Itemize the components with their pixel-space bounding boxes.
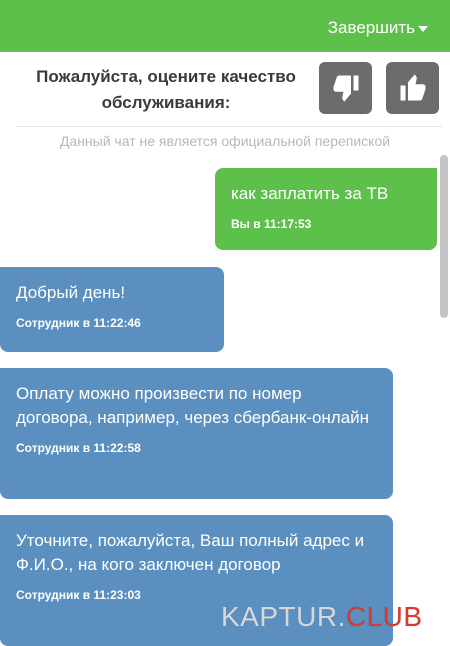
thumbs-up-icon (400, 74, 425, 101)
thumbs-up-button[interactable] (386, 62, 439, 114)
message-bubble-agent: Добрый день! Сотрудник в 11:22:46 (0, 267, 224, 352)
divider (16, 126, 442, 127)
thumbs-down-icon (333, 75, 358, 102)
watermark: KAPTUR.CLUB (221, 601, 423, 633)
chat-header: Завершить (0, 0, 450, 52)
scrollbar-thumb[interactable] (440, 155, 448, 318)
message-text: Уточните, пожалуйста, Ваш полный адрес и… (16, 531, 365, 574)
message-text: Оплату можно произвести по номер договор… (16, 384, 370, 427)
watermark-main: KAPTUR. (221, 601, 346, 632)
message-meta: Сотрудник в 11:22:46 (16, 316, 141, 330)
message-bubble-agent: Оплату можно произвести по номер договор… (0, 368, 393, 499)
scrollbar[interactable] (440, 155, 448, 646)
message-meta: Вы в 11:17:53 (231, 217, 312, 231)
message-bubble-user: как заплатить за ТВ Вы в 11:17:53 (215, 168, 437, 250)
disclaimer-notice: Данный чат не является официальной переп… (59, 133, 391, 149)
message-text: как заплатить за ТВ (231, 184, 389, 203)
message-meta: Сотрудник в 11:22:58 (16, 441, 141, 455)
watermark-accent: CLUB (345, 601, 423, 632)
rating-prompt: Пожалуйста, оцените качество обслуживани… (36, 67, 296, 112)
chevron-down-icon (418, 26, 428, 32)
thumbs-down-button[interactable] (319, 62, 372, 114)
end-chat-label: Завершить (327, 18, 415, 37)
end-chat-button[interactable]: Завершить (328, 18, 428, 38)
message-text: Добрый день! (16, 283, 126, 302)
